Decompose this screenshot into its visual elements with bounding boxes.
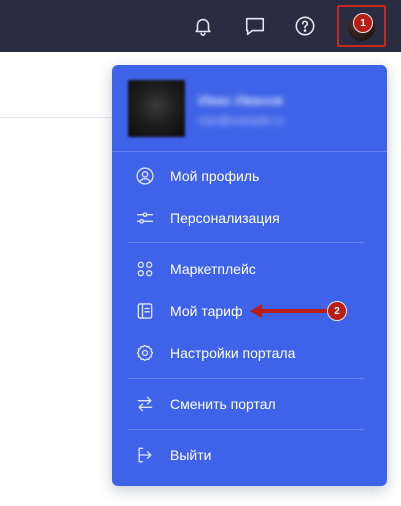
help-icon: [295, 16, 315, 36]
menu-divider: [128, 242, 364, 243]
top-bar: [0, 0, 401, 52]
gear-icon: [134, 342, 156, 364]
apps-grid-icon: [134, 258, 156, 280]
menu-item-label: Маркетплейс: [170, 261, 256, 277]
menu-item-label: Настройки портала: [170, 345, 296, 361]
menu-item-switch-portal[interactable]: Сменить портал: [112, 387, 387, 421]
menu-item-label: Мой тариф: [170, 303, 243, 319]
menu-item-logout[interactable]: Выйти: [112, 438, 387, 472]
user-circle-icon: [134, 165, 156, 187]
menu-item-portal-settings[interactable]: Настройки портала: [112, 336, 387, 370]
menu-item-label: Мой профиль: [170, 168, 260, 184]
menu-item-label: Сменить портал: [170, 396, 276, 412]
menu-item-label: Персонализация: [170, 210, 280, 226]
annotation-badge-2: 2: [327, 301, 347, 321]
logout-icon: [134, 444, 156, 466]
menu-divider: [128, 429, 364, 430]
tariff-document-icon: [134, 300, 156, 322]
menu-divider: [128, 378, 364, 379]
annotation-badge-1: 1: [353, 13, 373, 33]
bell-icon: [195, 18, 211, 36]
content-divider: [0, 117, 112, 118]
notifications-button[interactable]: [188, 11, 218, 41]
profile-name[interactable]: Иван Иванов: [198, 92, 283, 108]
swap-arrows-icon: [134, 393, 156, 415]
profile-avatar[interactable]: [128, 80, 185, 137]
chat-icon: [245, 17, 265, 36]
menu-item-personalization[interactable]: Персонализация: [112, 201, 387, 235]
menu-divider: [112, 151, 387, 152]
menu-item-my-profile[interactable]: Мой профиль: [112, 159, 387, 193]
help-button[interactable]: [290, 11, 320, 41]
user-menu: Иван Иванов ivan@example.ru Мой профиль …: [112, 65, 387, 486]
messages-button[interactable]: [240, 11, 270, 41]
sliders-icon: [134, 207, 156, 229]
menu-item-marketplace[interactable]: Маркетплейс: [112, 252, 387, 286]
annotation-arrow: [250, 304, 328, 318]
menu-item-label: Выйти: [170, 447, 212, 463]
profile-email: ivan@example.ru: [198, 115, 284, 127]
